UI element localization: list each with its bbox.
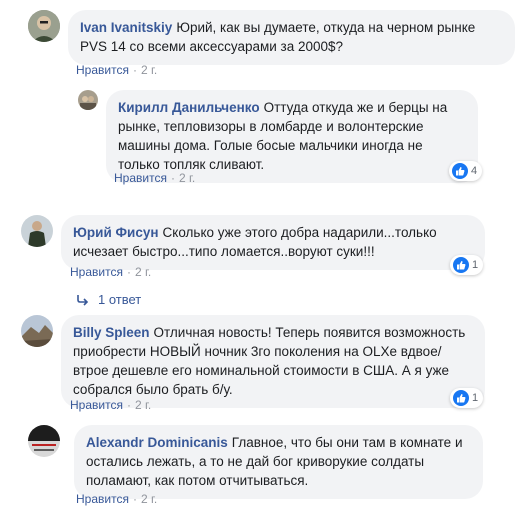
separator-dot: · [132,63,137,77]
reaction-count[interactable]: 4 [449,161,483,181]
like-link[interactable]: Нравится [70,265,123,279]
comment-bubble: Юрий Фисун Сколько уже этого добра надари… [61,215,485,270]
comment-actions: Нравится · 2 г. [70,398,151,412]
comment-bubble: Ivan Ivanitskiy Юрий, как вы думаете, отк… [68,10,515,65]
comment-author[interactable]: Billy Spleen [73,325,150,340]
comment-author[interactable]: Кирилл Данильченко [118,100,260,115]
like-link[interactable]: Нравится [114,171,167,185]
comment: Юрий Фисун Сколько уже этого добра надари… [21,215,485,270]
comment-reply: Кирилл Данильченко Оттуда откуда же и бер… [78,90,478,183]
reaction-number: 1 [472,392,479,404]
replies-count[interactable]: 1 ответ [98,292,141,307]
separator-dot: · [170,171,175,185]
reaction-count[interactable]: 1 [450,388,484,408]
timestamp[interactable]: 2 г. [141,63,157,77]
user-photo-icon [28,425,60,457]
comment: Ivan Ivanitskiy Юрий, как вы думаете, отк… [28,10,515,65]
reaction-count[interactable]: 1 [450,255,484,275]
comment-actions: Нравится · 2 г. [70,265,151,279]
separator-dot: · [126,265,131,279]
comment-author[interactable]: Alexandr Dominicanis [86,435,228,450]
comment-bubble: Billy Spleen Отличная новость! Теперь поя… [61,315,485,408]
reply-arrow-icon [77,294,89,306]
like-link[interactable]: Нравится [76,63,129,77]
like-link[interactable]: Нравится [76,492,129,506]
like-icon [453,390,469,406]
timestamp[interactable]: 2 г. [135,265,151,279]
comment-bubble: Кирилл Данильченко Оттуда откуда же и бер… [106,90,478,183]
comment: Billy Spleen Отличная новость! Теперь поя… [21,315,485,408]
comment-actions: Нравится · 2 г. [76,492,157,506]
view-replies-link[interactable]: 1 ответ [76,292,141,307]
user-photo-icon [78,90,98,110]
comment-bubble: Alexandr Dominicanis Главное, что бы они … [74,425,483,499]
user-photo-icon [28,10,60,42]
comment: Alexandr Dominicanis Главное, что бы они … [28,425,483,499]
avatar[interactable] [28,425,60,457]
reaction-number: 1 [472,259,479,271]
avatar[interactable] [28,10,60,42]
timestamp[interactable]: 2 г. [179,171,195,185]
user-photo-icon [21,215,53,247]
avatar[interactable] [21,315,53,347]
user-photo-icon [21,315,53,347]
avatar[interactable] [21,215,53,247]
like-icon [452,163,468,179]
comment-author[interactable]: Ivan Ivanitskiy [80,20,172,35]
comment-actions: Нравится · 2 г. [114,171,195,185]
timestamp[interactable]: 2 г. [141,492,157,506]
comment-actions: Нравится · 2 г. [76,63,157,77]
separator-dot: · [126,398,131,412]
comment-author[interactable]: Юрий Фисун [73,225,159,240]
like-link[interactable]: Нравится [70,398,123,412]
reaction-number: 4 [471,165,478,177]
like-icon [453,257,469,273]
timestamp[interactable]: 2 г. [135,398,151,412]
avatar[interactable] [78,90,98,110]
separator-dot: · [132,492,137,506]
